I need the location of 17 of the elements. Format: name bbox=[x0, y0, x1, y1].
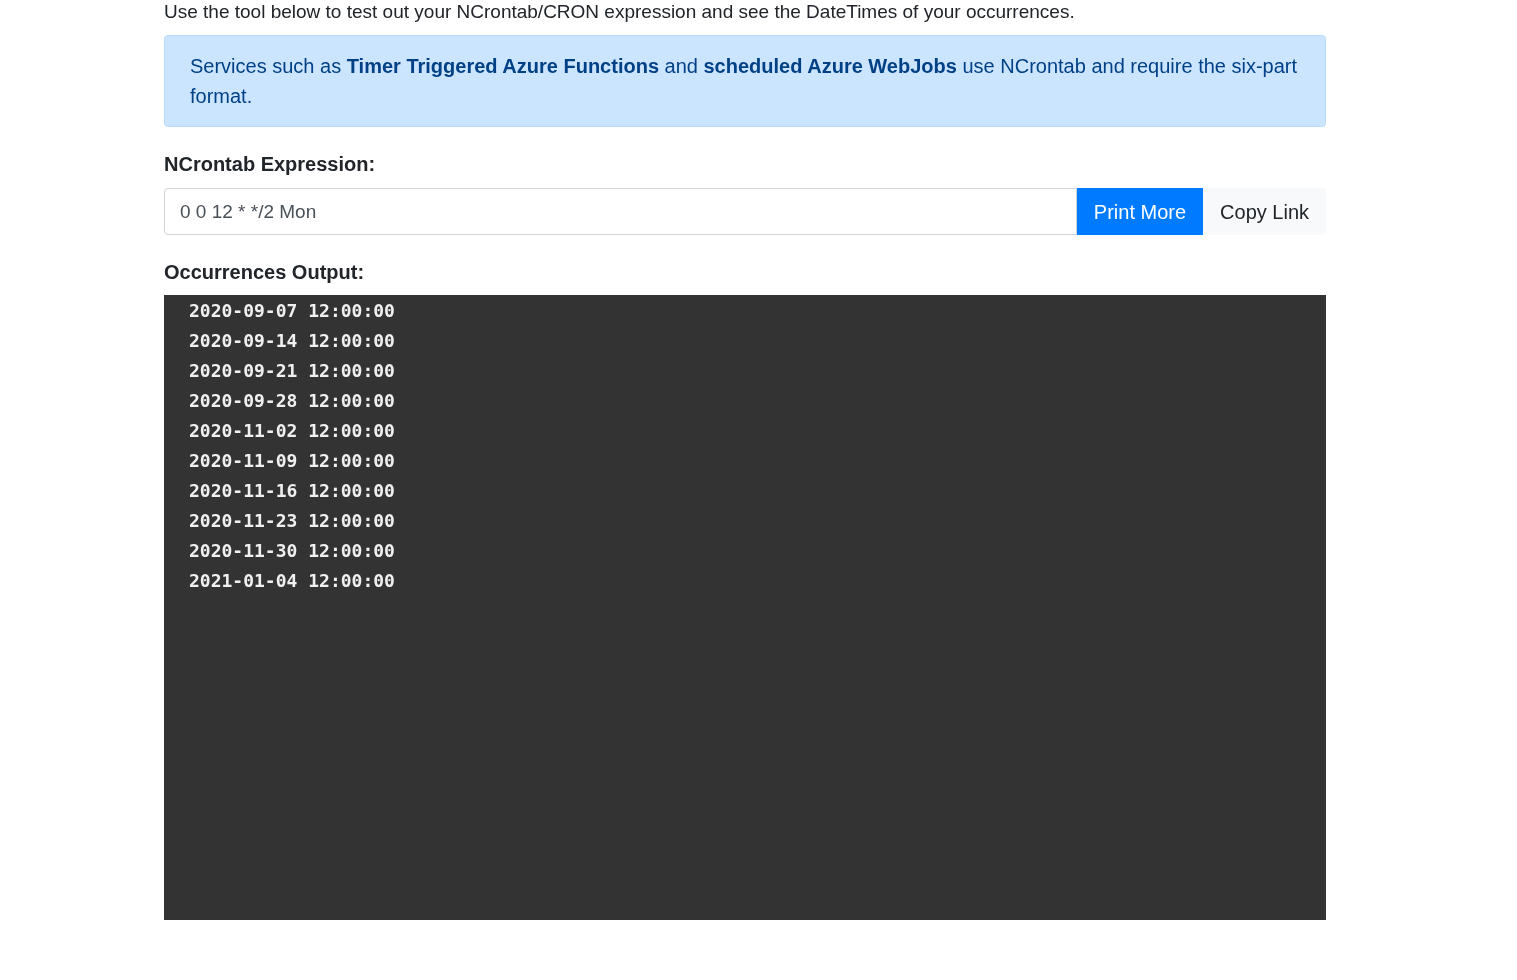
copy-link-button[interactable]: Copy Link bbox=[1203, 188, 1326, 235]
occurrence-line: 2020-09-21 12:00:00 bbox=[189, 359, 395, 383]
occurrence-line: 2020-11-02 12:00:00 bbox=[189, 419, 395, 443]
occurrence-line: 2020-11-09 12:00:00 bbox=[189, 449, 395, 473]
print-more-button[interactable]: Print More bbox=[1076, 188, 1204, 235]
occurrence-line: 2020-11-30 12:00:00 bbox=[189, 539, 395, 563]
occurrence-line: 2020-09-28 12:00:00 bbox=[189, 389, 395, 413]
occurrence-line: 2020-11-16 12:00:00 bbox=[189, 479, 395, 503]
info-alert: Services such as Timer Triggered Azure Functions and scheduled Azure WebJobs use NCrontab and require the six-part format. bbox=[164, 35, 1326, 127]
expression-label: NCrontab Expression: bbox=[164, 152, 376, 177]
occurrence-line: 2020-09-07 12:00:00 bbox=[189, 299, 395, 323]
occurrence-line: 2020-11-23 12:00:00 bbox=[189, 509, 395, 533]
occurrence-line: 2021-01-04 12:00:00 bbox=[189, 569, 395, 593]
occurrence-line: 2020-09-14 12:00:00 bbox=[189, 329, 395, 353]
expression-input[interactable]: 0 0 12 * */2 Mon bbox=[164, 188, 1077, 235]
intro-text: Use the tool below to test out your NCrontab/CRON expression and see the DateTimes of your occurrences. bbox=[164, 0, 1075, 24]
output-label: Occurrences Output: bbox=[164, 260, 365, 285]
